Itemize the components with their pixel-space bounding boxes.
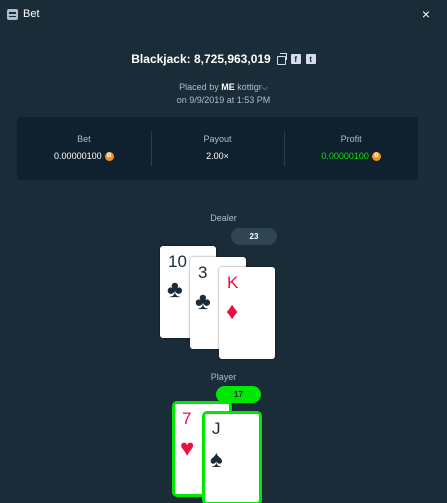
- diamond-icon: ♦: [226, 298, 239, 325]
- card-rank: K: [227, 273, 239, 292]
- chevron-down-icon[interactable]: ⌵: [262, 83, 268, 92]
- stat-bet-label: Bet: [77, 134, 91, 144]
- club-icon: ♣: [167, 276, 183, 303]
- stat-profit: Profit 0.00000100 B: [284, 117, 418, 180]
- stat-profit-value: 0.00000100 B: [284, 151, 418, 161]
- card-rank: 7: [182, 409, 192, 428]
- profit-amount: 0.00000100: [321, 151, 369, 161]
- club-icon: ♣: [195, 288, 211, 315]
- facebook-icon[interactable]: f: [290, 54, 301, 64]
- modal-header: Bet ×: [0, 0, 447, 30]
- heart-icon: ♥: [180, 435, 195, 462]
- stat-payout-label: Payout: [203, 134, 232, 144]
- dealer-label: Dealer: [210, 213, 237, 223]
- player-card-2: J ♠: [202, 411, 262, 503]
- card-rank: 10: [168, 252, 187, 271]
- bet-stats-panel: Bet 0.00000100 B Payout 2.00× Profit 0.0…: [17, 117, 418, 180]
- placed-date: on 9/9/2019 at 1:53 PM: [176, 95, 271, 105]
- share-icons: f t: [276, 52, 316, 65]
- close-icon[interactable]: ×: [422, 6, 430, 22]
- modal-title: Bet: [23, 8, 40, 20]
- bet-amount: 0.00000100: [54, 151, 102, 161]
- player-score-badge: 17: [216, 386, 261, 403]
- payout-multiplier: 2.00×: [206, 151, 229, 161]
- user-level: ME: [221, 82, 235, 92]
- username-link[interactable]: kottigr: [237, 82, 262, 92]
- stat-payout-value: 2.00×: [151, 151, 285, 161]
- card-rank: 3: [198, 263, 208, 282]
- twitter-icon[interactable]: t: [305, 54, 316, 64]
- player-label: Player: [210, 372, 237, 382]
- copy-icon[interactable]: [276, 52, 287, 65]
- bitcoin-icon: B: [104, 151, 114, 161]
- dealer-score-badge: 23: [231, 228, 277, 245]
- bet-list-icon: [7, 9, 18, 20]
- stat-bet-value: 0.00000100 B: [17, 151, 151, 161]
- card-rank: J: [212, 419, 221, 438]
- placed-info: Placed by ME kottigr⌵ on 9/9/2019 at 1:5…: [0, 81, 447, 107]
- stat-profit-label: Profit: [340, 134, 362, 144]
- stat-bet: Bet 0.00000100 B: [17, 117, 151, 180]
- spade-icon: ♠: [210, 446, 223, 473]
- bitcoin-icon: B: [371, 151, 381, 161]
- game-title: Blackjack: 8,725,963,019: [131, 52, 271, 66]
- placed-prefix: Placed by: [179, 82, 219, 92]
- game-headline: Blackjack: 8,725,963,019 f t: [0, 52, 447, 66]
- dealer-card-3: K ♦: [219, 267, 275, 359]
- stat-payout: Payout 2.00×: [150, 117, 285, 180]
